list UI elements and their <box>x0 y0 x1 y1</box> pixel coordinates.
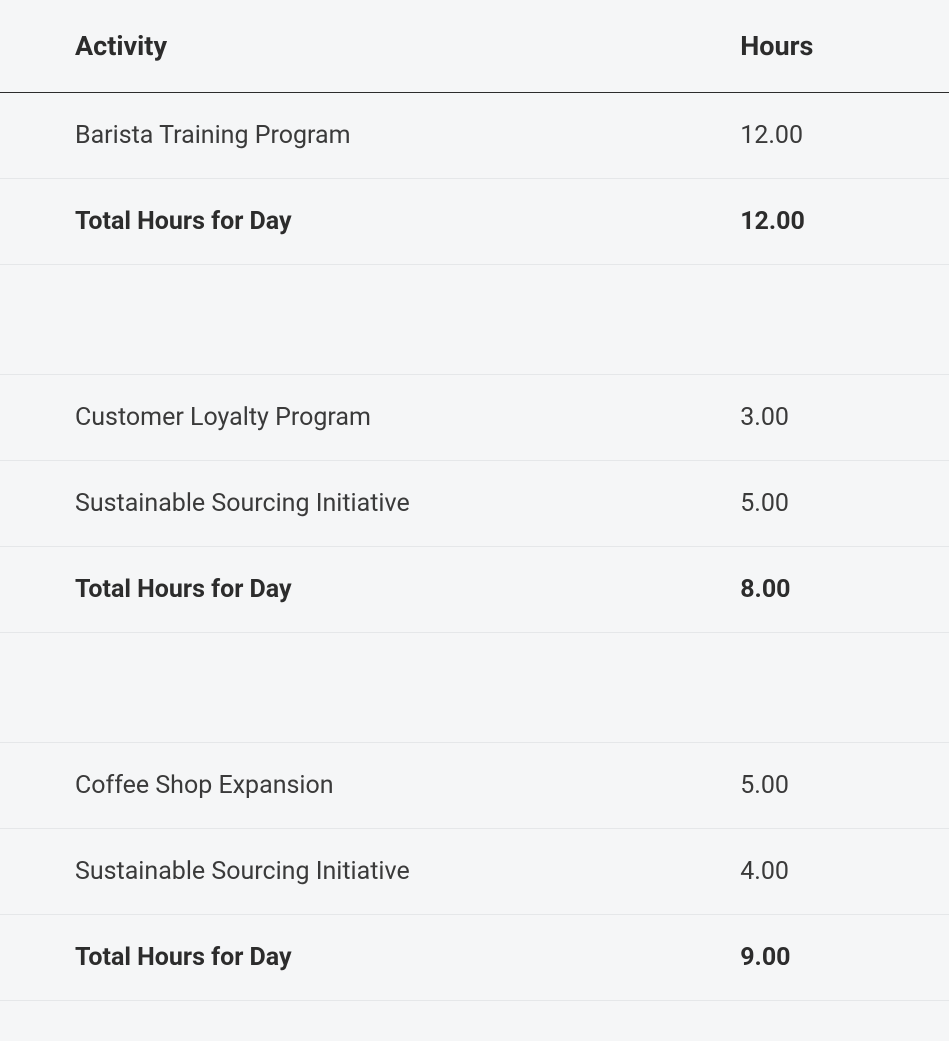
total-label: Total Hours for Day <box>0 179 740 265</box>
trailing-spacer <box>0 1001 949 1041</box>
activity-cell: Customer Loyalty Program <box>0 375 740 461</box>
table-row: Barista Training Program 12.00 <box>0 93 949 179</box>
header-activity: Activity <box>0 0 740 93</box>
hours-table: Activity Hours Barista Training Program … <box>0 0 949 1041</box>
table-header-row: Activity Hours <box>0 0 949 93</box>
total-label: Total Hours for Day <box>0 547 740 633</box>
activity-cell: Barista Training Program <box>0 93 740 179</box>
total-row: Total Hours for Day 9.00 <box>0 915 949 1001</box>
total-row: Total Hours for Day 8.00 <box>0 547 949 633</box>
spacer-row <box>0 265 949 375</box>
table-row: Sustainable Sourcing Initiative 5.00 <box>0 461 949 547</box>
hours-cell: 5.00 <box>740 461 949 547</box>
hours-cell: 4.00 <box>740 829 949 915</box>
table-row: Coffee Shop Expansion 5.00 <box>0 743 949 829</box>
total-label: Total Hours for Day <box>0 915 740 1001</box>
spacer-row <box>0 633 949 743</box>
total-hours: 9.00 <box>740 915 949 1001</box>
total-hours: 8.00 <box>740 547 949 633</box>
activity-cell: Sustainable Sourcing Initiative <box>0 829 740 915</box>
activity-cell: Coffee Shop Expansion <box>0 743 740 829</box>
hours-cell: 12.00 <box>740 93 949 179</box>
header-hours: Hours <box>740 0 949 93</box>
total-hours: 12.00 <box>740 179 949 265</box>
total-row: Total Hours for Day 12.00 <box>0 179 949 265</box>
hours-cell: 5.00 <box>740 743 949 829</box>
table-row: Customer Loyalty Program 3.00 <box>0 375 949 461</box>
activity-cell: Sustainable Sourcing Initiative <box>0 461 740 547</box>
table-row: Sustainable Sourcing Initiative 4.00 <box>0 829 949 915</box>
hours-cell: 3.00 <box>740 375 949 461</box>
